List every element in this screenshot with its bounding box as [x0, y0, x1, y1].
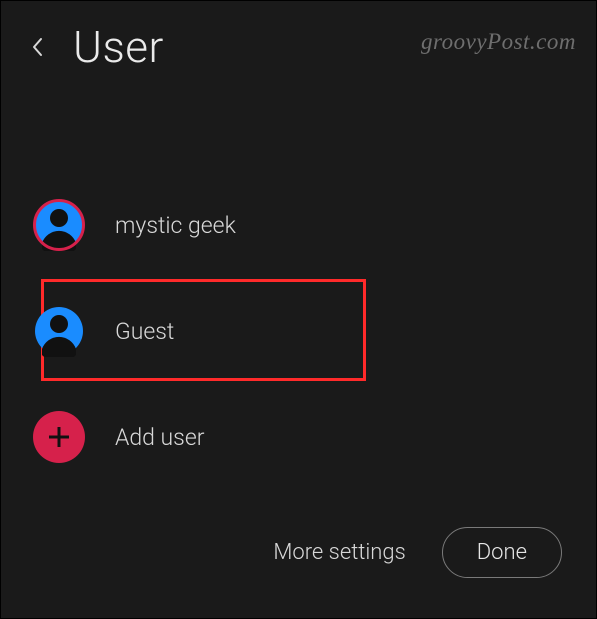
add-user-item[interactable]: Add user: [21, 391, 576, 483]
chevron-left-icon: [31, 37, 43, 57]
back-button[interactable]: [25, 35, 49, 59]
selected-ring-icon: [33, 199, 85, 251]
user-item-guest[interactable]: Guest: [21, 285, 576, 377]
watermark: groovyPost.com: [421, 29, 576, 55]
avatar-current: [33, 199, 85, 251]
person-icon: [33, 305, 85, 357]
user-list: mystic geek Guest Add user: [1, 179, 596, 483]
user-item-current[interactable]: mystic geek: [21, 179, 576, 271]
plus-icon: [33, 411, 85, 463]
user-label-guest: Guest: [115, 318, 174, 345]
avatar-guest: [33, 305, 85, 357]
user-label-current: mystic geek: [115, 212, 236, 239]
more-settings-link[interactable]: More settings: [273, 540, 405, 565]
footer: More settings Done: [273, 527, 562, 578]
add-user-label: Add user: [115, 424, 204, 451]
page-title: User: [73, 21, 164, 73]
done-button[interactable]: Done: [442, 527, 562, 578]
annotation-highlight: [41, 279, 366, 381]
add-user-icon-wrap: [33, 411, 85, 463]
